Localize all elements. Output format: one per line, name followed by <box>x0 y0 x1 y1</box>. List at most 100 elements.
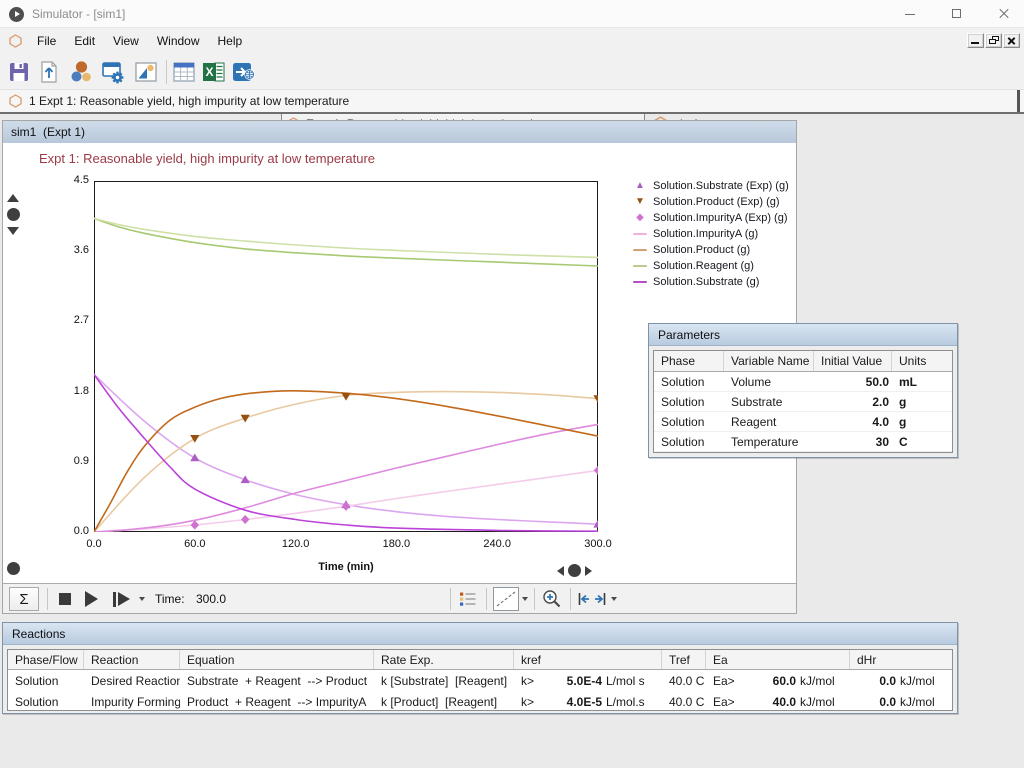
step-icon <box>113 592 116 607</box>
ea-value[interactable]: 60.0 <box>741 674 800 688</box>
pan-left-icon[interactable] <box>557 566 564 576</box>
x-tick-label: 240.0 <box>475 538 519 550</box>
caret-down-icon <box>522 597 528 601</box>
svg-text:X: X <box>205 65 213 79</box>
parameters-table-header: Phase Variable Name Initial Value Units <box>654 351 952 372</box>
simulation-toolbar: Σ Time: 300.0 <box>3 583 796 613</box>
display-options-button[interactable] <box>459 584 477 614</box>
kref-value[interactable]: 5.0E-4 <box>543 674 606 688</box>
menu-help[interactable]: Help <box>209 31 252 51</box>
equation-cell[interactable]: Product + Reagent --> ImpurityA <box>180 695 374 709</box>
hexagon-icon <box>9 34 22 48</box>
excel-button[interactable]: X <box>201 59 227 85</box>
x-tick-label: 0.0 <box>72 538 116 550</box>
plot-title: Expt 1: Reasonable yield, high impurity … <box>39 151 375 166</box>
table-row[interactable]: Solution Volume 50.0 mL <box>654 372 952 392</box>
kref-value[interactable]: 4.0E-5 <box>543 695 606 709</box>
maximize-icon <box>952 9 961 18</box>
triangle-up-marker-icon: ▲ <box>631 181 649 191</box>
reactions-panel-title[interactable]: Reactions <box>3 623 957 645</box>
pan-center-icon[interactable] <box>568 564 581 577</box>
data-table-button[interactable] <box>171 59 197 85</box>
plot-area[interactable] <box>94 181 598 532</box>
initial-value-cell[interactable]: 30 <box>814 435 892 449</box>
simulation-window-titlebar[interactable]: sim1 (Expt 1) <box>3 121 796 143</box>
column-header: Variable Name <box>724 351 814 371</box>
column-header: Units <box>892 351 948 371</box>
y-tick-label: 4.5 <box>49 174 89 186</box>
line-style-button[interactable] <box>493 587 519 611</box>
horizontal-pan-origin-icon[interactable] <box>7 562 20 575</box>
series-list-icon <box>459 591 477 607</box>
parameters-panel-title[interactable]: Parameters <box>649 324 957 346</box>
chart-image-button[interactable] <box>133 59 159 85</box>
import-button[interactable] <box>36 59 62 85</box>
main-toolbar: X Expt 1: Reasonable yield, high impurit… <box>0 53 1024 90</box>
tref-value[interactable]: 40.0 C <box>662 674 706 688</box>
table-icon <box>172 61 196 83</box>
scenario-settings-button[interactable] <box>100 59 126 85</box>
mdi-minimize-button[interactable] <box>967 33 984 48</box>
menu-file[interactable]: File <box>28 31 65 51</box>
step-button[interactable] <box>113 584 130 614</box>
fit-width-button[interactable] <box>578 584 606 614</box>
initial-value-cell[interactable]: 50.0 <box>814 375 892 389</box>
legend-label: Solution.Substrate (g) <box>653 276 759 288</box>
fit-width-icon <box>578 592 606 606</box>
column-header: Phase <box>654 351 724 371</box>
pan-right-icon[interactable] <box>585 566 592 576</box>
pan-up-icon[interactable] <box>7 194 19 202</box>
minimize-button[interactable] <box>893 0 927 28</box>
line-swatch-icon <box>631 233 649 235</box>
maximize-button[interactable] <box>940 0 974 28</box>
x-tick-label: 60.0 <box>173 538 217 550</box>
dhr-value[interactable]: 0.0 <box>850 695 900 709</box>
publish-button[interactable] <box>231 59 257 85</box>
tab-experiment-1[interactable]: 1 Expt 1: Reasonable yield, high impurit… <box>29 94 349 108</box>
line-style-caret[interactable] <box>522 584 528 614</box>
legend-label: Solution.Reagent (g) <box>653 260 754 272</box>
initial-value-cell[interactable]: 2.0 <box>814 395 892 409</box>
column-header: dHr <box>850 650 950 669</box>
legend-item: ▲Solution.Substrate (Exp) (g) <box>631 178 789 194</box>
pan-down-icon[interactable] <box>7 227 19 235</box>
column-header: Initial Value <box>814 351 892 371</box>
menu-view[interactable]: View <box>104 31 148 51</box>
play-button[interactable] <box>85 584 98 614</box>
table-row[interactable]: Solution Substrate 2.0 g <box>654 392 952 412</box>
table-row[interactable]: Solution Reagent 4.0 g <box>654 412 952 432</box>
x-axis-label: Time (min) <box>94 561 598 573</box>
zoom-in-button[interactable] <box>541 584 563 614</box>
integrate-button[interactable]: Σ <box>9 587 39 611</box>
column-header: Phase/Flow <box>8 650 84 669</box>
table-row[interactable]: Solution Impurity Forming Product + Reag… <box>8 691 952 711</box>
table-row[interactable]: Solution Desired Reaction Substrate + Re… <box>8 670 952 691</box>
ea-value[interactable]: 40.0 <box>741 695 800 709</box>
line-style-icon <box>495 590 517 608</box>
tref-value[interactable]: 40.0 C <box>662 695 706 709</box>
mdi-restore-button[interactable] <box>985 33 1002 48</box>
tab-bar: 1 Expt 1: Reasonable yield, high impurit… <box>0 90 1024 112</box>
equation-cell[interactable]: Substrate + Reagent --> Product <box>180 674 374 688</box>
initial-value-cell[interactable]: 4.0 <box>814 415 892 429</box>
menu-edit[interactable]: Edit <box>65 31 104 51</box>
horizontal-pan-control <box>557 564 592 577</box>
column-header: Reaction <box>84 650 180 669</box>
species-button[interactable] <box>69 59 95 85</box>
pan-center-icon[interactable] <box>7 208 20 221</box>
table-row[interactable]: Solution Temperature 30 C <box>654 432 952 452</box>
close-button[interactable] <box>987 0 1021 28</box>
menu-window[interactable]: Window <box>148 31 209 51</box>
legend-item: Solution.Product (g) <box>631 242 789 258</box>
fit-options-caret[interactable] <box>611 584 617 614</box>
stop-button[interactable] <box>59 584 71 614</box>
reactions-panel: Reactions Phase/Flow Reaction Equation R… <box>2 622 958 714</box>
tab-scrollbar-handle[interactable] <box>1017 90 1020 112</box>
dhr-value[interactable]: 0.0 <box>850 674 900 688</box>
mdi-close-button[interactable] <box>1003 33 1020 48</box>
run-options-caret[interactable] <box>139 584 145 614</box>
legend-label: Solution.Product (Exp) (g) <box>653 196 780 208</box>
species-circles-icon <box>69 59 95 85</box>
legend-item: Solution.Reagent (g) <box>631 258 789 274</box>
save-button[interactable] <box>6 59 32 85</box>
